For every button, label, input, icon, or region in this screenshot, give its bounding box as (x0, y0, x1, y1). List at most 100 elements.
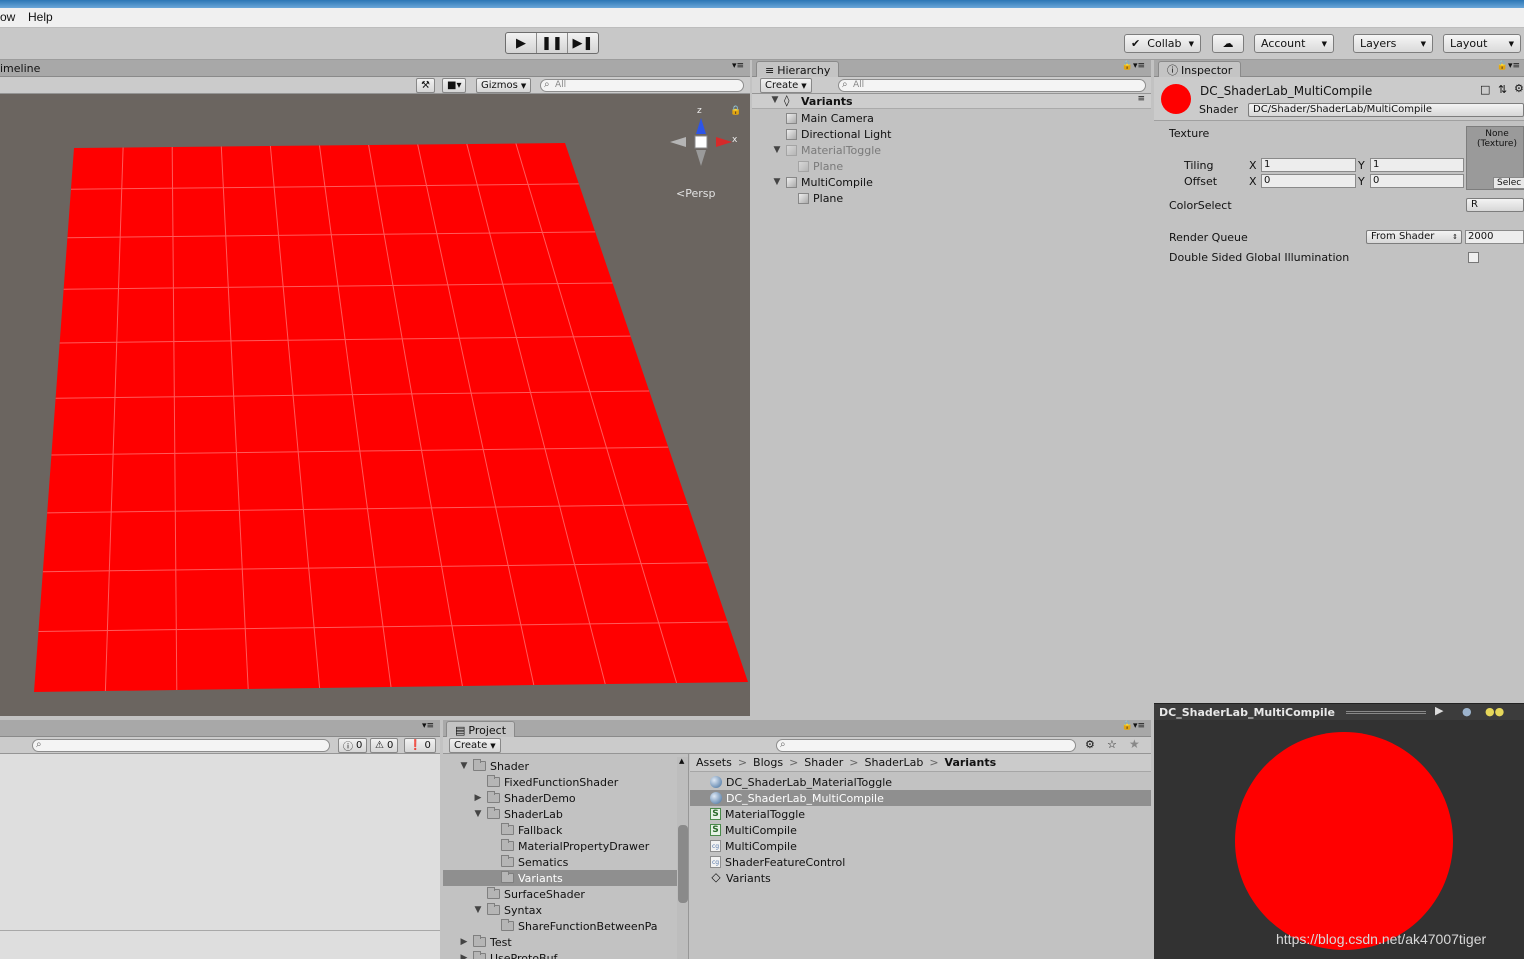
folder-tree-item[interactable]: FixedFunctionShader (443, 774, 677, 790)
folder-tree-item[interactable]: ShareFunctionBetweenPa (443, 918, 677, 934)
tab-project[interactable]: ▤ Project (446, 721, 516, 738)
collapse-arrow-icon[interactable]: ▼ (770, 95, 780, 105)
tab-hierarchy[interactable]: ≡ Hierarchy (756, 61, 840, 78)
expand-arrow-icon[interactable]: ▼ (459, 761, 469, 771)
hierarchy-create-button[interactable]: Create ▼ (760, 78, 812, 93)
hierarchy-item[interactable]: ▼ MultiCompile (774, 174, 873, 190)
layout-dropdown[interactable]: Layout ▼ (1443, 34, 1521, 53)
folder-tree-item[interactable]: ▼ Syntax (443, 902, 677, 918)
asset-item[interactable]: DC_ShaderLab_MaterialToggle (690, 774, 1151, 790)
tree-scrollbar[interactable]: ▲ (677, 757, 688, 959)
colorselect-dropdown[interactable]: R (1466, 198, 1524, 212)
tab-timeline[interactable]: imeline (0, 62, 40, 75)
asset-item[interactable]: S MultiCompile (690, 822, 1151, 838)
expand-arrow-icon[interactable]: ▶ (459, 937, 469, 947)
panel-menu-icon[interactable]: 🔒▾≡ (1497, 61, 1520, 71)
texture-slot[interactable]: None (Texture) Selec (1466, 126, 1524, 190)
panel-menu-icon[interactable]: 🔒▾≡ (1122, 61, 1145, 71)
project-create-button[interactable]: Create ▼ (449, 738, 501, 753)
texture-select-button[interactable]: Selec (1493, 177, 1524, 189)
folder-tree-item[interactable]: ▶ Test (443, 934, 677, 950)
expand-arrow-icon[interactable]: ▼ (473, 905, 483, 915)
project-search-input[interactable] (776, 739, 1076, 752)
asset-item[interactable]: ◇ Variants (690, 870, 1151, 886)
hierarchy-item[interactable]: Main Camera (786, 110, 874, 126)
folder-tree-item[interactable]: MaterialPropertyDrawer (443, 838, 677, 854)
layers-dropdown[interactable]: Layers ▼ (1353, 34, 1433, 53)
hierarchy-search-input[interactable]: All (838, 79, 1146, 92)
folder-tree-item[interactable]: ▼ Shader (443, 758, 677, 774)
tab-inspector[interactable]: ⓘ Inspector (1158, 61, 1242, 78)
gizmos-button[interactable]: Gizmos ▼ (476, 78, 532, 93)
folder-tree-item[interactable]: ▼ ShaderLab (443, 806, 677, 822)
offset-x-field[interactable]: 0 (1261, 174, 1356, 188)
asset-item[interactable]: cg MultiCompile (690, 838, 1151, 854)
favorite-star-icon[interactable]: ★ (1129, 737, 1140, 751)
preview-area[interactable] (1154, 720, 1524, 959)
orientation-gizmo[interactable]: z x (668, 106, 744, 186)
breadcrumb-item[interactable]: ShaderLab (864, 756, 923, 769)
gear-icon[interactable]: ⚙ (1514, 82, 1524, 95)
help-icon[interactable]: □ (1480, 83, 1490, 96)
menu-window[interactable]: ow (0, 10, 15, 24)
collab-button[interactable]: ✔ Collab ▼ (1124, 34, 1201, 53)
breadcrumb-item[interactable]: Blogs (753, 756, 783, 769)
panel-menu-icon[interactable]: ▾≡ (732, 61, 744, 71)
render-queue-field[interactable]: 2000 (1465, 230, 1524, 244)
cloud-button[interactable]: ☁ (1212, 34, 1244, 53)
expand-arrow-icon[interactable]: ▶ (473, 793, 483, 803)
expand-arrow-icon[interactable]: ▶ (459, 953, 469, 959)
camera-button[interactable]: ■▾ (442, 78, 467, 93)
folder-tree-item[interactable]: Fallback (443, 822, 677, 838)
hierarchy-item[interactable]: Directional Light (786, 126, 891, 142)
expand-arrow-icon[interactable]: ▼ (473, 809, 483, 819)
asset-item[interactable]: S MaterialToggle (690, 806, 1151, 822)
hierarchy-item[interactable]: Plane (798, 190, 843, 206)
scene-header-row[interactable]: ▼ ◊ Variants ≡ (752, 94, 1151, 109)
folder-tree-item[interactable]: Variants (443, 870, 677, 886)
expand-arrow-icon[interactable]: ▼ (772, 145, 782, 155)
scene-view[interactable]: z x 🔒 <Persp (0, 94, 750, 716)
info-filter-button[interactable]: ⓘ 0 (338, 738, 368, 753)
play-button[interactable]: ▶ (506, 33, 537, 53)
filter-type-icon[interactable]: ⚙ (1085, 738, 1095, 751)
asset-item[interactable]: DC_ShaderLab_MultiCompile (690, 790, 1151, 806)
scene-search-input[interactable]: All (540, 79, 744, 92)
account-dropdown[interactable]: Account ▼ (1254, 34, 1334, 53)
red-plane[interactable] (34, 143, 748, 692)
tools-button[interactable]: ⚒ (416, 78, 435, 93)
warning-filter-button[interactable]: ⚠ 0 (370, 738, 399, 753)
preview-drag-handle[interactable] (1346, 711, 1426, 714)
offset-y-field[interactable]: 0 (1370, 174, 1464, 188)
menu-help[interactable]: Help (28, 10, 53, 24)
breadcrumb-item[interactable]: Variants (945, 756, 997, 769)
expand-arrow-icon[interactable]: ▼ (772, 177, 782, 187)
folder-tree-item[interactable]: Sematics (443, 854, 677, 870)
breadcrumb-item[interactable]: Assets (696, 756, 732, 769)
preview-light-icon[interactable]: ●● (1485, 705, 1504, 718)
folder-tree-item[interactable]: ▶ UseProtoBuf (443, 950, 677, 959)
label-icon[interactable]: ☆ (1107, 738, 1117, 751)
tiling-y-field[interactable]: 1 (1370, 158, 1464, 172)
preview-play-icon[interactable]: ▶ (1435, 704, 1443, 717)
tiling-x-field[interactable]: 1 (1261, 158, 1356, 172)
persp-label[interactable]: <Persp (676, 187, 715, 200)
asset-item[interactable]: cg ShaderFeatureControl (690, 854, 1151, 870)
scene-menu-icon[interactable]: ≡ (1137, 94, 1145, 104)
hierarchy-item[interactable]: Plane (798, 158, 843, 174)
step-button[interactable]: ▶❚ (568, 33, 598, 53)
hierarchy-item[interactable]: ▼ MaterialToggle (774, 142, 882, 158)
preview-sphere-icon[interactable]: ● (1462, 705, 1472, 718)
render-queue-mode-dropdown[interactable]: From Shader ⇕ (1366, 230, 1462, 244)
pause-button[interactable]: ❚❚ (537, 33, 568, 53)
folder-tree-item[interactable]: ▶ ShaderDemo (443, 790, 677, 806)
tree-scrollbar-thumb[interactable] (678, 825, 688, 903)
panel-menu-icon[interactable]: 🔒▾≡ (1122, 721, 1145, 731)
panel-menu-icon[interactable]: ▾≡ (422, 721, 434, 731)
console-search-input[interactable] (32, 739, 330, 752)
shader-dropdown[interactable]: DC/Shader/ShaderLab/MultiCompile (1248, 103, 1524, 117)
folder-tree-item[interactable]: SurfaceShader (443, 886, 677, 902)
breadcrumb-item[interactable]: Shader (804, 756, 843, 769)
lock-icon[interactable]: 🔒 (730, 106, 741, 116)
preset-icon[interactable]: ⇅ (1498, 83, 1507, 96)
